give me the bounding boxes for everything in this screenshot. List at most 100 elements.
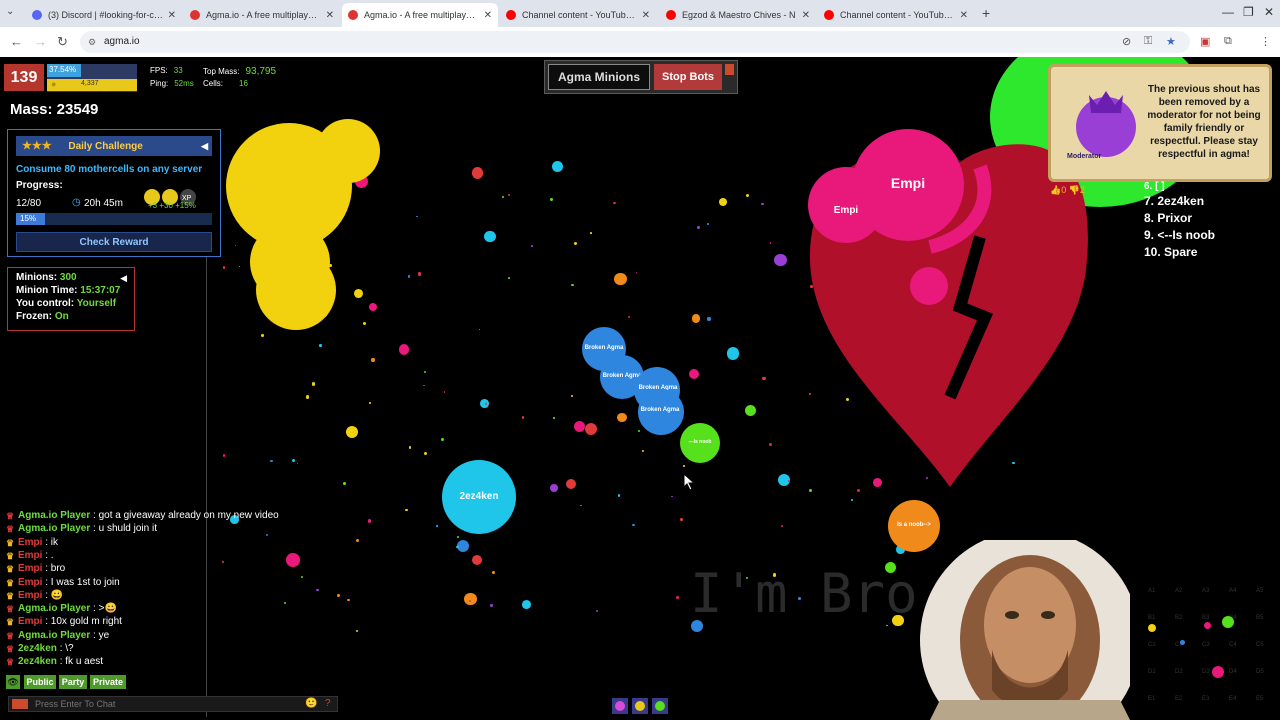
food-pellet [362,322,366,326]
chat-message: ♕ Agma.io Player : u shuld join it [6,523,157,535]
tab-public[interactable]: Public [24,675,56,689]
minimap-sector: A5 [1256,588,1264,594]
minimap-player-dot [1212,666,1224,678]
chat-username[interactable]: Empi [18,577,42,588]
food-pellet [618,494,621,497]
bookmark-star-icon[interactable]: ★ [1166,35,1176,48]
maximize-icon[interactable]: ❐ [1243,5,1254,19]
window-close-icon[interactable]: ✕ [1264,5,1274,19]
browser-tab[interactable]: Channel content - YouTube Stu ✕ [500,3,656,27]
food-pellet [369,302,378,312]
forward-icon[interactable]: → [34,34,47,49]
stop-bots-button[interactable]: Stop Bots [654,64,722,90]
food-pellet [283,601,286,604]
food-pellet [580,504,582,507]
chat-username[interactable]: Empi [18,616,42,627]
rank-icon: ♛ [6,537,15,548]
food-pellet [261,334,265,338]
chat-username[interactable]: Agma.io Player [18,603,90,614]
minimap-player-dot [1148,624,1156,632]
daily-challenge-panel: ★★★ Daily Challenge ◀ Consume 80 motherc… [7,129,221,257]
tab-private[interactable]: Private [90,675,126,689]
chat-text: : u shuld join it [93,523,157,535]
tab-close-icon[interactable]: ✕ [802,10,810,21]
food-pellet [484,230,496,242]
browser-tab[interactable]: Channel content - YouTube Stu ✕ [818,3,974,27]
panel-close-icon[interactable] [725,64,734,75]
food-pellet [761,202,764,206]
new-tab-icon[interactable]: + [982,5,990,21]
food-pellet [234,244,237,247]
chat-username[interactable]: Agma.io Player [18,630,90,641]
food-pellet [456,536,459,539]
moderator-message: The previous shout has been removed by a… [1147,84,1261,160]
chat-username[interactable]: 2ez4ken [18,656,57,667]
tab-close-icon[interactable]: ✕ [642,10,650,21]
help-icon[interactable]: ? [325,698,331,709]
minimap[interactable]: A1A2A3A4A5B1B2B3B4B5C1C2C3C4C5D1D2D3D4D5… [1140,580,1270,702]
fps-label: FPS: [150,66,168,75]
food-pellet [356,630,359,633]
challenge-header[interactable]: ★★★ Daily Challenge ◀ [16,136,212,156]
food-pellet [637,430,640,433]
tab-close-icon[interactable]: ✕ [168,10,176,21]
food-pellet [769,442,773,446]
back-icon[interactable]: ← [10,34,23,49]
chat-username[interactable]: Agma.io Player [18,510,90,521]
ez4ken-name: 2ez4ken [459,491,499,502]
emoji-icon[interactable]: 🙂 [305,698,317,709]
tab-close-icon[interactable]: ✕ [326,10,334,21]
minimap-sector: E2 [1175,696,1183,702]
chat-input[interactable] [35,697,275,711]
minions-collapse-icon[interactable]: ◀ [120,273,127,284]
food-pellet [319,344,322,347]
tab-close-icon[interactable]: ✕ [960,10,968,21]
url-field[interactable]: ⚙ agma.io [80,31,1190,53]
menu-icon[interactable]: ⋮ [1260,35,1271,48]
site-info-icon[interactable]: ⚙ [88,31,96,53]
chat-message: ♛ Empi : I was 1st to join [6,577,120,588]
chat-username[interactable]: Empi [18,550,42,561]
browser-tab[interactable]: Egzod & Maestro Chives - N ✕ [660,3,816,27]
browser-tab[interactable]: Agma.io - A free multiplayer M ✕ [342,3,498,27]
tab-label: Channel content - YouTube Stu [522,10,638,20]
food-pellet [305,395,309,399]
food-pellet [671,495,673,498]
key-icon[interactable]: ⚿ [1144,35,1152,48]
food-pellet [565,478,576,489]
moderator-badge-icon [1076,91,1136,157]
chat-username[interactable]: Empi [18,537,42,548]
chat-username[interactable]: Agma.io Player [18,523,90,534]
chat-text: : fk u aest [59,656,104,668]
chat-username[interactable]: 2ez4ken [18,643,57,654]
food-pellet [407,275,411,278]
tab-search-icon[interactable]: ⌄ [6,6,14,17]
food-pellet [238,265,241,268]
minimap-sector: C1 [1148,642,1156,648]
tab-party[interactable]: Party [59,675,87,689]
agma-minions-button[interactable]: Agma Minions [548,64,650,90]
food-pellet [584,422,598,436]
game-canvas[interactable]: Empi Empi Broken Agma Broken Agma Broken… [0,57,1280,720]
minimap-sector: A4 [1229,588,1237,594]
chat-key-icon[interactable] [12,699,28,709]
chat-username[interactable]: Empi [18,590,42,601]
tab-favicon-icon [824,10,834,20]
extension-badge-icon[interactable]: ▣ [1200,35,1210,48]
eye-icon[interactable]: 👁 [6,675,20,689]
minimize-icon[interactable]: — [1222,5,1234,19]
food-pellet [744,405,756,417]
chat-username[interactable]: Empi [18,563,42,574]
powerup-icons[interactable] [612,698,668,714]
food-pellet [726,347,740,360]
food-pellet [441,437,444,441]
extensions-icon[interactable]: ⧉ [1224,35,1232,48]
collapse-arrow-icon[interactable]: ◀ [201,136,208,156]
check-reward-button[interactable]: Check Reward [16,232,212,252]
reload-icon[interactable]: ↻ [57,34,68,50]
browser-tab[interactable]: (3) Discord | #looking-for-clan ✕ [26,3,182,27]
tracking-icon[interactable]: ⊘ [1122,35,1131,48]
tab-close-icon[interactable]: ✕ [484,10,492,21]
browser-tab[interactable]: Agma.io - A free multiplayer M ✕ [184,3,340,27]
challenge-stars: ★★★ [22,140,52,152]
